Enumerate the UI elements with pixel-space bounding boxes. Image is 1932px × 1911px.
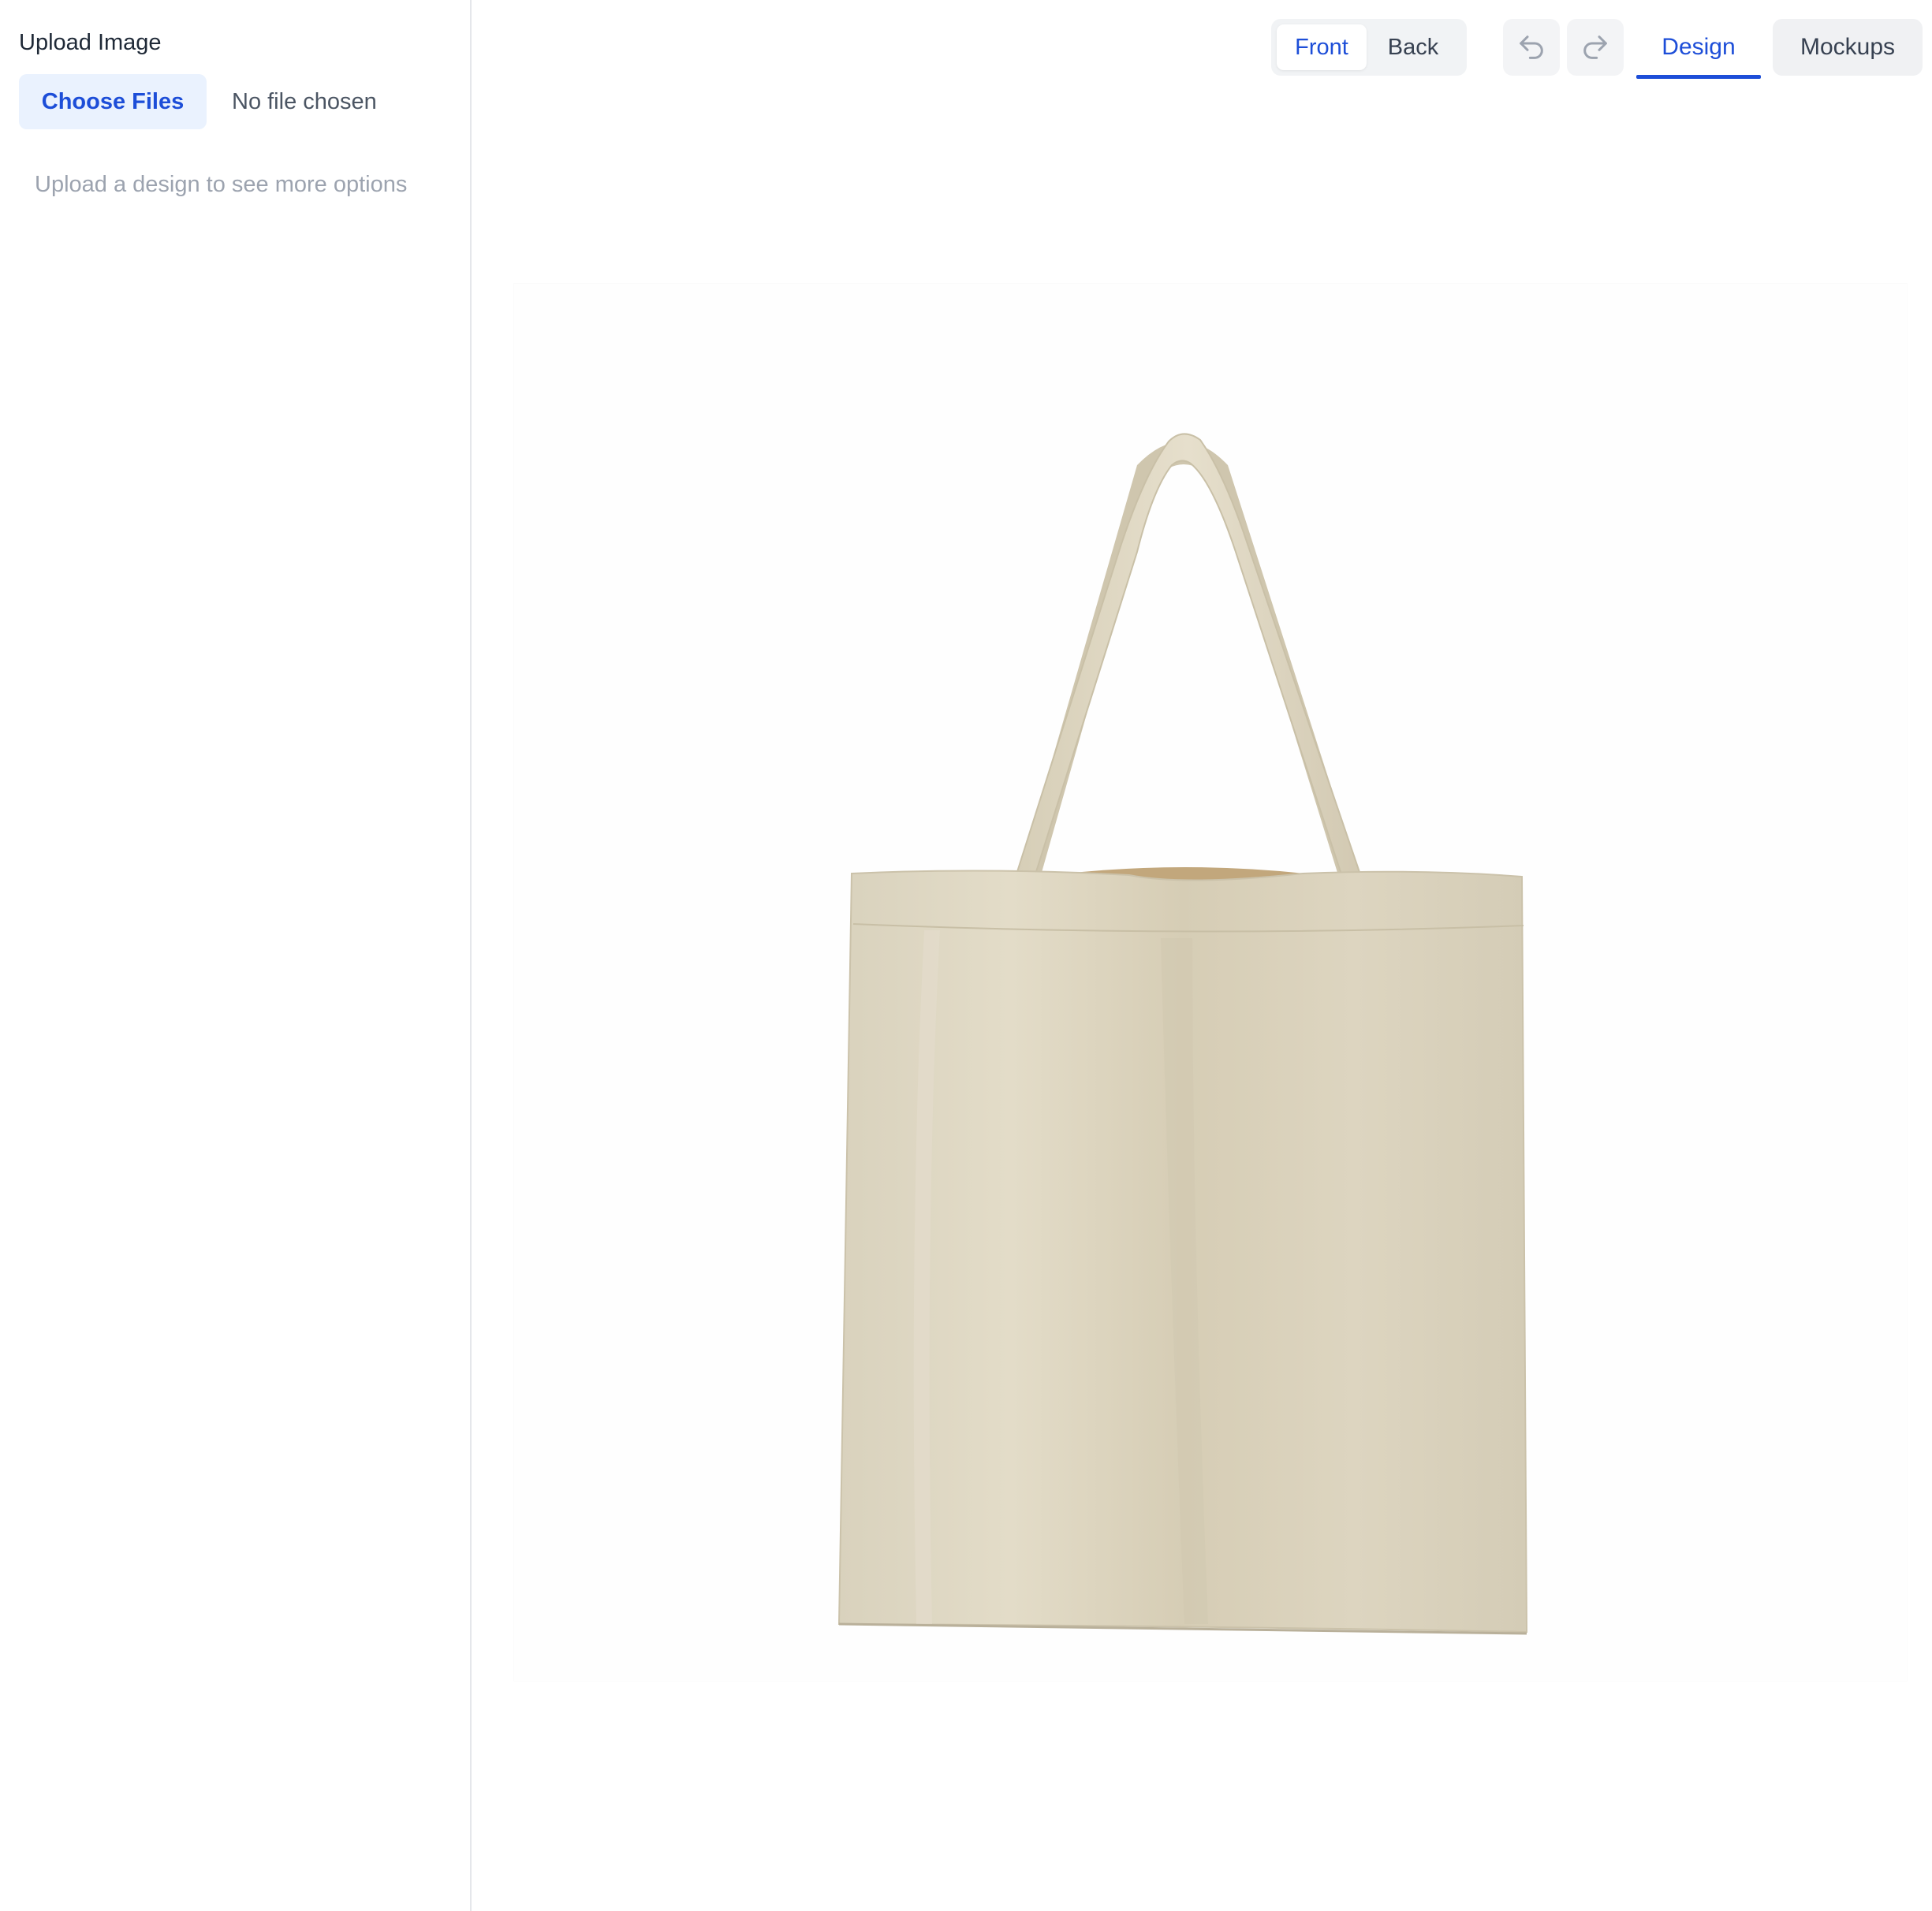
undo-icon — [1520, 35, 1543, 59]
redo-icon — [1583, 35, 1607, 59]
undo-button[interactable] — [1503, 19, 1560, 76]
app-root: Upload Image Choose Files No file chosen… — [0, 0, 1932, 1911]
tab-mockups[interactable]: Mockups — [1773, 19, 1923, 76]
front-side-button[interactable]: Front — [1277, 24, 1367, 70]
upload-hint-text: Upload a design to see more options — [35, 172, 408, 197]
tote-bag-image — [837, 433, 1528, 1635]
active-tab-indicator — [1636, 75, 1761, 79]
file-picker: Choose Files No file chosen — [19, 74, 377, 129]
tab-design-label: Design — [1662, 34, 1736, 60]
back-side-button[interactable]: Back — [1367, 24, 1460, 70]
tab-design[interactable]: Design — [1636, 19, 1761, 79]
no-file-chosen-text: No file chosen — [232, 88, 377, 114]
side-toggle: Front Back — [1271, 19, 1467, 76]
sidebar: Upload Image Choose Files No file chosen… — [0, 0, 472, 1911]
choose-files-button[interactable]: Choose Files — [19, 74, 207, 129]
upload-image-label: Upload Image — [19, 30, 162, 55]
redo-button[interactable] — [1567, 19, 1624, 76]
design-canvas[interactable] — [514, 284, 1907, 1681]
